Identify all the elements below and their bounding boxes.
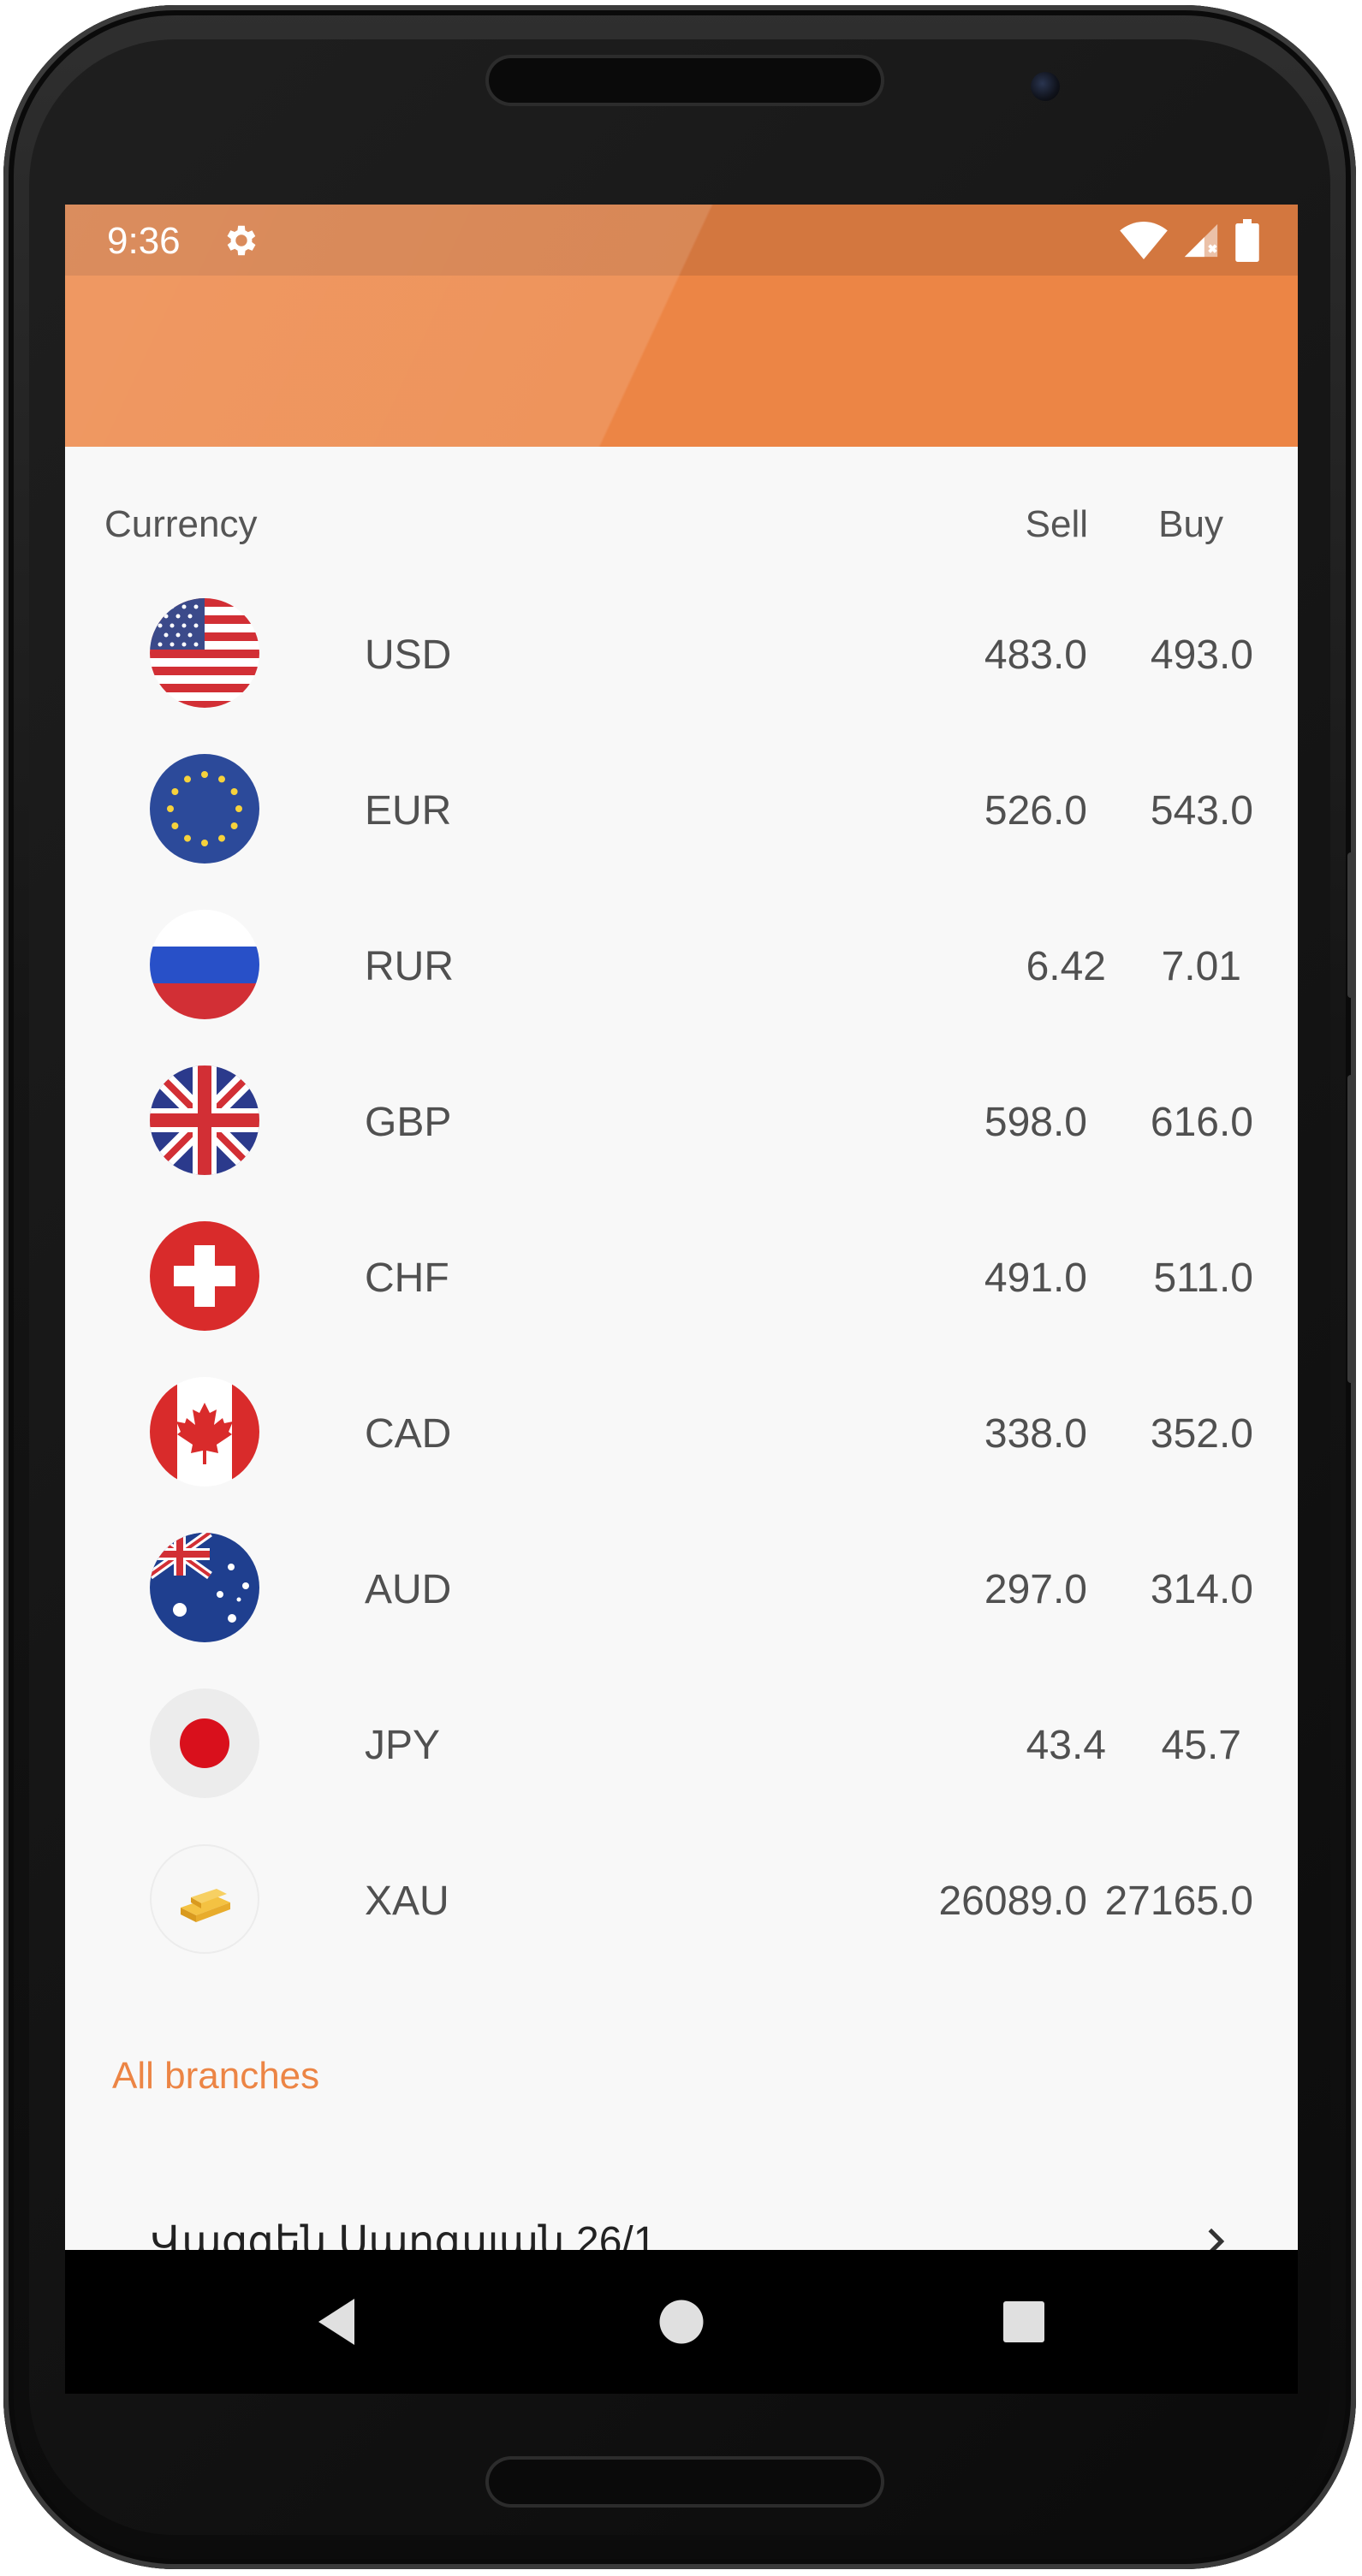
buy-value: 314.0 bbox=[1150, 1567, 1253, 1612]
app-bar bbox=[65, 205, 1298, 447]
buy-value: 45.7 bbox=[1161, 1723, 1241, 1768]
app-screen: 9:36 Currency Sell Buy USD 483.0 493.0 E… bbox=[65, 205, 1298, 2394]
status-time: 9:36 bbox=[107, 220, 181, 262]
rate-row-xau[interactable]: XAU 26089.0 27165.0 bbox=[65, 1821, 1298, 1977]
status-bar: 9:36 bbox=[65, 205, 1298, 276]
buy-value: 616.0 bbox=[1150, 1100, 1253, 1145]
russia-flag-icon bbox=[150, 910, 259, 1019]
gold-bar-icon bbox=[150, 1844, 259, 1954]
uk-flag-icon bbox=[150, 1065, 259, 1175]
sell-value: 491.0 bbox=[984, 1255, 1087, 1301]
volume-button bbox=[1347, 852, 1356, 998]
swiss-flag-icon bbox=[150, 1221, 259, 1331]
rate-row-eur[interactable]: EUR 526.0 543.0 bbox=[65, 731, 1298, 887]
wifi-icon bbox=[1120, 222, 1168, 259]
japan-flag-icon bbox=[150, 1689, 259, 1798]
recents-icon[interactable] bbox=[993, 2291, 1055, 2353]
rate-row-aud[interactable]: AUD 297.0 314.0 bbox=[65, 1510, 1298, 1665]
power-button bbox=[1347, 1075, 1356, 1383]
rate-row-cad[interactable]: CAD 338.0 352.0 bbox=[65, 1354, 1298, 1510]
bottom-speaker bbox=[489, 2460, 881, 2504]
currency-code: AUD bbox=[365, 1567, 452, 1612]
header-buy: Buy bbox=[1158, 503, 1223, 545]
sell-value: 297.0 bbox=[984, 1567, 1087, 1612]
sell-value: 526.0 bbox=[984, 788, 1087, 834]
buy-value: 27165.0 bbox=[1104, 1879, 1253, 1924]
rate-row-jpy[interactable]: JPY 43.4 45.7 bbox=[65, 1665, 1298, 1821]
header-currency: Currency bbox=[104, 503, 258, 545]
back-icon[interactable] bbox=[308, 2291, 370, 2353]
all-branches-heading[interactable]: All branches bbox=[112, 2055, 319, 2098]
rate-row-rur[interactable]: RUR 6.42 7.01 bbox=[65, 887, 1298, 1042]
currency-code: JPY bbox=[365, 1723, 441, 1768]
us-flag-icon bbox=[150, 598, 259, 708]
front-camera bbox=[1031, 72, 1060, 101]
sell-value: 338.0 bbox=[984, 1411, 1087, 1457]
sell-value: 6.42 bbox=[1026, 944, 1106, 989]
rate-row-chf[interactable]: CHF 491.0 511.0 bbox=[65, 1198, 1298, 1354]
currency-code: XAU bbox=[365, 1879, 449, 1924]
canada-flag-icon bbox=[150, 1377, 259, 1487]
navigation-bar bbox=[65, 2250, 1298, 2394]
sell-value: 26089.0 bbox=[938, 1879, 1087, 1924]
currency-code: USD bbox=[365, 632, 452, 678]
rate-row-gbp[interactable]: GBP 598.0 616.0 bbox=[65, 1042, 1298, 1198]
currency-code: GBP bbox=[365, 1100, 452, 1145]
currency-code: CAD bbox=[365, 1411, 452, 1457]
buy-value: 511.0 bbox=[1153, 1255, 1253, 1301]
australia-flag-icon bbox=[150, 1533, 259, 1642]
gear-icon bbox=[227, 225, 256, 256]
sell-value: 598.0 bbox=[984, 1100, 1087, 1145]
currency-code: CHF bbox=[365, 1255, 449, 1301]
header-sell: Sell bbox=[1025, 503, 1088, 545]
sell-value: 483.0 bbox=[984, 632, 1087, 678]
eu-flag-icon bbox=[150, 754, 259, 864]
battery-icon bbox=[1235, 219, 1259, 262]
buy-value: 543.0 bbox=[1150, 788, 1253, 834]
buy-value: 352.0 bbox=[1150, 1411, 1253, 1457]
currency-code: EUR bbox=[365, 788, 452, 834]
buy-value: 493.0 bbox=[1150, 632, 1253, 678]
rates-list: USD 483.0 493.0 EUR 526.0 543.0 RUR 6.42… bbox=[65, 575, 1298, 1977]
top-speaker bbox=[489, 58, 881, 103]
table-header: Currency Sell Buy bbox=[65, 447, 1298, 575]
signal-icon bbox=[1184, 223, 1218, 258]
buy-value: 7.01 bbox=[1161, 944, 1241, 989]
home-icon[interactable] bbox=[651, 2291, 712, 2353]
sell-value: 43.4 bbox=[1026, 1723, 1106, 1768]
currency-code: RUR bbox=[365, 944, 454, 989]
rate-row-usd[interactable]: USD 483.0 493.0 bbox=[65, 575, 1298, 731]
